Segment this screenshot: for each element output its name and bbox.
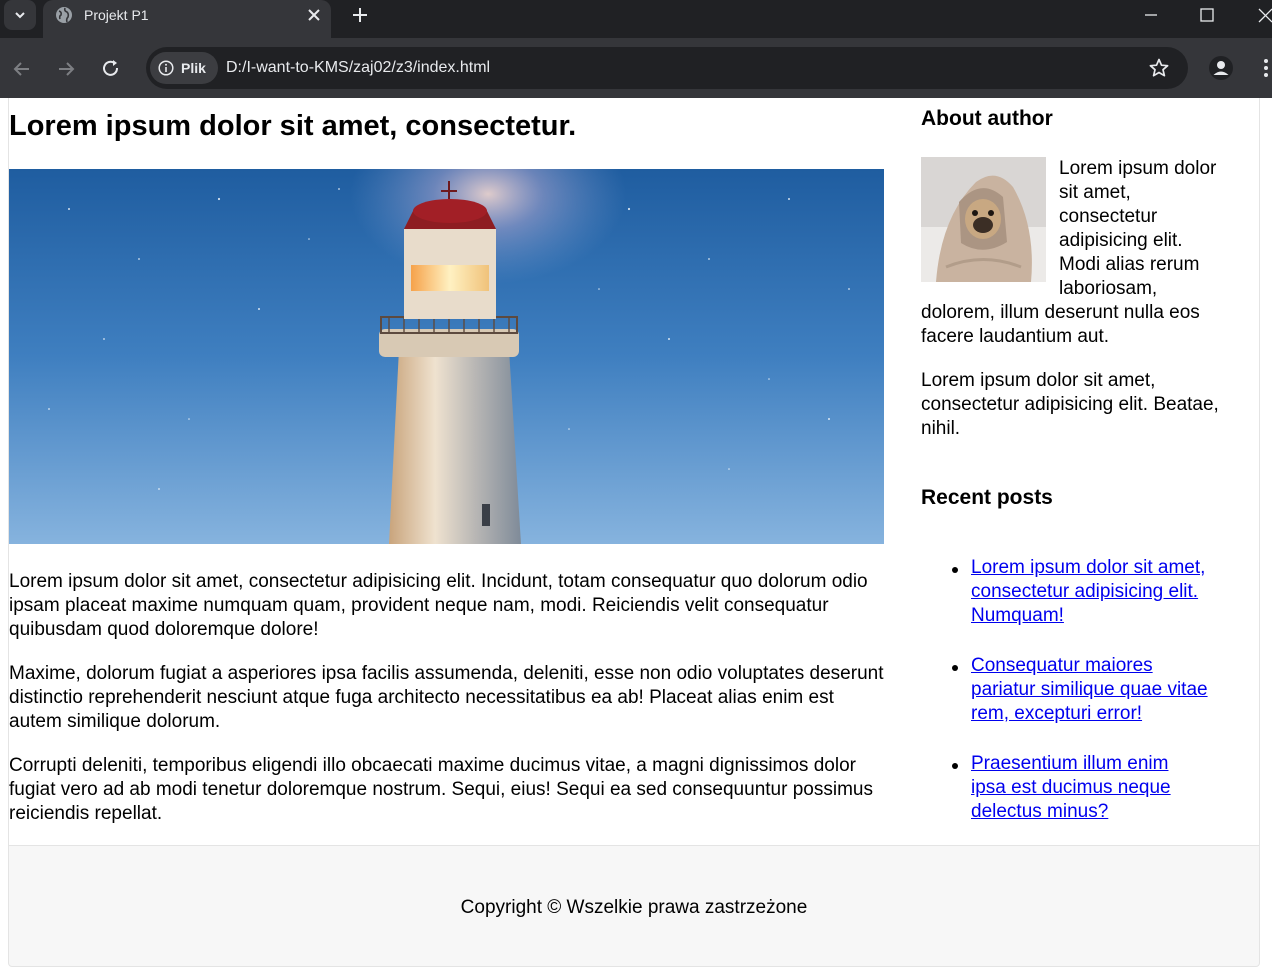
globe-icon <box>56 7 72 23</box>
tab-title: Projekt P1 <box>84 7 149 23</box>
recent-post-link-1[interactable]: Lorem ipsum dolor sit amet, consectetur … <box>971 556 1231 628</box>
list-item: Lorem ipsum dolor sit amet, consectetur … <box>921 556 1231 628</box>
profile-icon[interactable] <box>1208 55 1234 81</box>
browser-toolbar: Plik D:/I-want-to-KMS/zaj02/z3/index.htm… <box>0 38 1272 98</box>
article-paragraph-2: Maxime, dolorum fugiat a asperiores ipsa… <box>9 663 884 732</box>
web-page: Lorem ipsum dolor sit amet, consectetur. <box>0 98 1272 976</box>
article-title: Lorem ipsum dolor sit amet, consectetur. <box>9 110 577 142</box>
recent-post-link-3[interactable]: Praesentium illum enim ipsa est ducimus … <box>971 752 1201 824</box>
chevron-down-icon <box>15 12 25 19</box>
article-paragraph-1: Lorem ipsum dolor sit amet, consectetur … <box>9 571 868 640</box>
author-extra-text: Lorem ipsum dolor sit amet, consectetur … <box>921 370 1219 439</box>
bullet-icon <box>952 665 958 671</box>
site-chip-label: Plik <box>181 60 206 76</box>
browser-tab[interactable]: Projekt P1 <box>43 0 331 38</box>
page-footer: Copyright © Wszelkie prawa zastrzeżone <box>8 845 1260 967</box>
article-paragraph-3: Corrupti deleniti, temporibus eligendi i… <box>9 755 873 824</box>
bullet-icon <box>952 567 958 573</box>
minimize-icon[interactable] <box>1143 7 1159 23</box>
tab-strip: Projekt P1 <box>0 0 1272 38</box>
author-block: Lorem ipsum dolor sit amet, consectetur … <box>921 157 1221 349</box>
maximize-icon[interactable] <box>1199 7 1215 23</box>
list-item: Praesentium illum enim ipsa est ducimus … <box>921 752 1231 824</box>
article-body: Lorem ipsum dolor sit amet, consectetur … <box>9 570 889 846</box>
recent-posts-heading: Recent posts <box>921 486 1053 509</box>
back-icon[interactable] <box>11 58 33 80</box>
site-info-chip[interactable]: Plik <box>150 52 218 84</box>
more-icon[interactable] <box>1262 57 1270 79</box>
plus-icon[interactable] <box>350 5 370 25</box>
list-item: Consequatur maiores pariatur similique q… <box>921 654 1231 726</box>
copyright-text: Copyright © Wszelkie prawa zastrzeżone <box>460 897 808 918</box>
forward-icon[interactable] <box>55 58 77 80</box>
author-avatar <box>921 157 1046 282</box>
page-border-right <box>1259 98 1260 845</box>
tab-search-button[interactable] <box>4 0 36 30</box>
info-icon <box>158 60 174 76</box>
recent-post-link-2[interactable]: Consequatur maiores pariatur similique q… <box>971 654 1211 726</box>
lighthouse-image <box>9 169 884 544</box>
window-close-icon[interactable] <box>1256 6 1272 24</box>
recent-posts-list: Lorem ipsum dolor sit amet, consectetur … <box>921 556 1231 850</box>
reload-icon[interactable] <box>100 58 122 80</box>
about-author-heading: About author <box>921 107 1053 130</box>
url-text[interactable]: D:/I-want-to-KMS/zaj02/z3/index.html <box>226 58 490 78</box>
bullet-icon <box>952 763 958 769</box>
close-icon[interactable] <box>305 6 323 24</box>
address-bar[interactable]: Plik D:/I-want-to-KMS/zaj02/z3/index.htm… <box>146 47 1188 89</box>
star-icon[interactable] <box>1148 57 1170 79</box>
